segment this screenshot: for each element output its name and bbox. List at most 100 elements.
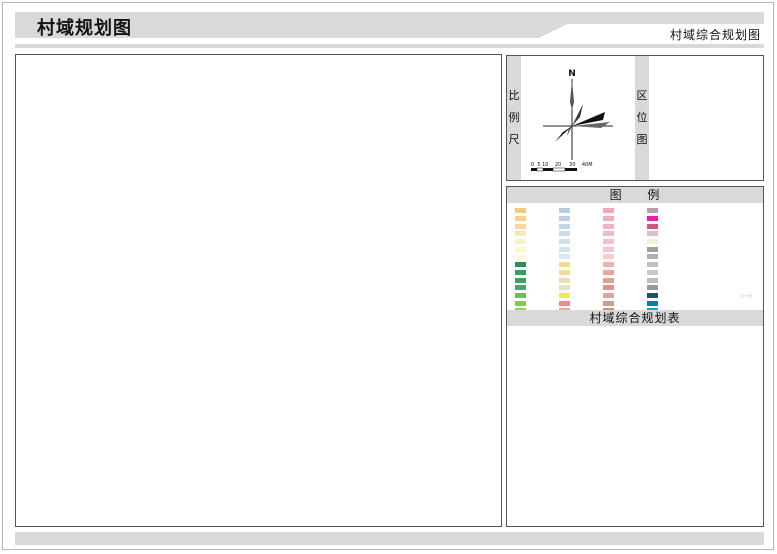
- location-label-char: 图: [636, 133, 648, 146]
- legend-swatch: [515, 285, 526, 291]
- legend-item: [515, 207, 559, 215]
- page-subtitle: 村域综合规划图: [670, 28, 762, 42]
- legend-swatch: [647, 269, 658, 275]
- legend-item: [647, 261, 691, 269]
- legend-swatch: [647, 208, 658, 214]
- legend-title-char: 图: [609, 188, 623, 202]
- legend-swatch: [515, 239, 526, 245]
- legend-swatch: [647, 254, 658, 260]
- legend-item: [559, 215, 603, 223]
- legend-title-char: 例: [647, 188, 661, 202]
- legend-item: [515, 261, 559, 269]
- legend-swatch: [603, 269, 614, 275]
- legend-swatch: [603, 262, 614, 268]
- scale-bar-segment: [552, 167, 566, 172]
- legend-item: [603, 284, 647, 292]
- legend-swatch: [515, 246, 526, 252]
- page-title: 村域规划图: [37, 18, 132, 39]
- legend-swatch: [647, 246, 658, 252]
- legend-item: [515, 238, 559, 246]
- legend-item: [603, 276, 647, 284]
- legend-item: [515, 269, 559, 277]
- scale-bar-segment: [536, 167, 544, 172]
- legend-swatch: [515, 269, 526, 275]
- legend-swatch: [647, 239, 658, 245]
- legend-swatch: [515, 292, 526, 298]
- legend-item: [559, 253, 603, 261]
- legend-swatch: [603, 254, 614, 260]
- legend-swatch: [559, 262, 570, 268]
- legend-item: [559, 245, 603, 253]
- legend-swatch: [559, 208, 570, 214]
- legend-item: [515, 284, 559, 292]
- legend-swatch: [647, 216, 658, 222]
- legend-item: [559, 207, 603, 215]
- legend-item: [559, 284, 603, 292]
- legend-item: [647, 222, 691, 230]
- legend-item: [647, 299, 691, 307]
- legend-swatch: [647, 285, 658, 291]
- legend-item: [647, 207, 691, 215]
- legend-item: [647, 269, 691, 277]
- legend-item: [559, 299, 603, 307]
- main-map-area[interactable]: [15, 54, 502, 527]
- legend-item: [647, 276, 691, 284]
- footer-bar: [15, 532, 764, 545]
- legend-column: [603, 207, 647, 322]
- legend-item: [603, 245, 647, 253]
- legend-swatch: [603, 246, 614, 252]
- compass-windrose-icon: N 0 5 10 20 30 40M: [531, 69, 613, 172]
- legend-item: [647, 253, 691, 261]
- legend-item: [603, 230, 647, 238]
- location-label-char: 区: [636, 89, 648, 102]
- north-label: N: [568, 69, 576, 79]
- legend-item: [559, 222, 603, 230]
- legend-swatch: [603, 208, 614, 214]
- legend-swatch: [515, 231, 526, 237]
- legend-swatch: [515, 254, 526, 260]
- scale-bar-segment: [565, 168, 577, 171]
- windrose-petal: [572, 122, 610, 128]
- scale-bar-segment: [531, 168, 537, 171]
- legend-panel: 图 例 村域综合规划表: [506, 186, 764, 527]
- legend-item: [647, 215, 691, 223]
- legend-swatch: [647, 277, 658, 283]
- legend-item: [603, 207, 647, 215]
- location-label: 区 位 图: [635, 56, 649, 180]
- north-arrow-icon: [570, 80, 574, 110]
- legend-swatch: [603, 285, 614, 291]
- legend-item: [647, 245, 691, 253]
- legend-swatch: [603, 277, 614, 283]
- legend-swatch: [515, 223, 526, 229]
- legend-item: [559, 261, 603, 269]
- legend-item: [647, 238, 691, 246]
- legend-item: [515, 253, 559, 261]
- legend-swatch: [515, 277, 526, 283]
- legend-swatch: [559, 300, 570, 306]
- legend-item: [515, 215, 559, 223]
- scale-label: 比 例 尺: [507, 56, 521, 180]
- legend-swatch: [559, 216, 570, 222]
- legend-mark-icon: ⊢⊣: [741, 293, 752, 300]
- legend-grid: [515, 207, 715, 321]
- legend-swatch: [515, 216, 526, 222]
- legend-swatch: [559, 246, 570, 252]
- legend-swatch: [647, 223, 658, 229]
- legend-item: [559, 276, 603, 284]
- legend-column: [559, 207, 603, 322]
- legend-item: [515, 230, 559, 238]
- scale-ticks: 0 5 10 20 30 40M: [531, 162, 593, 168]
- legend-swatch: [647, 262, 658, 268]
- legend-item: [647, 230, 691, 238]
- legend-item: [515, 292, 559, 300]
- legend-item: [647, 292, 691, 300]
- legend-swatch: [515, 208, 526, 214]
- header-underline: [15, 44, 764, 48]
- legend-item: [515, 222, 559, 230]
- legend-swatch: [603, 292, 614, 298]
- table-title: 村域综合规划表: [507, 310, 763, 326]
- legend-swatch: [647, 231, 658, 237]
- legend-swatch: [647, 300, 658, 306]
- legend-item: [559, 238, 603, 246]
- legend-swatch: [559, 231, 570, 237]
